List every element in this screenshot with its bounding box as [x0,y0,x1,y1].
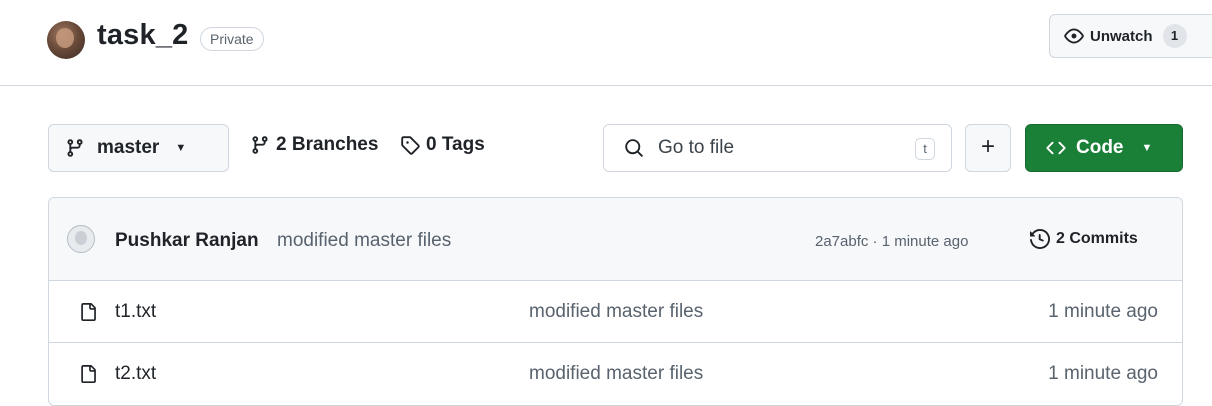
branches-link[interactable]: 2 Branches [250,134,378,156]
file-name[interactable]: t1.txt [115,301,156,323]
commit-hash-time[interactable]: 2a7abfc · 1 minute ago [815,233,968,250]
file-commit-message[interactable]: modified master files [529,363,703,385]
shortcut-key: t [915,138,935,160]
visibility-badge: Private [200,27,264,51]
tags-link[interactable]: 0 Tags [400,134,485,156]
add-file-button[interactable]: + [965,124,1011,172]
file-table: Pushkar Ranjan modified master files 2a7… [48,197,1183,406]
search-placeholder: Go to file [658,137,735,158]
eye-icon [1064,28,1084,44]
chevron-down-icon: ▼ [175,142,187,154]
file-icon [81,303,96,321]
author-avatar[interactable] [67,225,95,253]
latest-commit-bar: Pushkar Ranjan modified master files 2a7… [49,198,1182,281]
file-commit-message[interactable]: modified master files [529,301,703,323]
unwatch-button[interactable]: Unwatch 1 [1049,14,1212,58]
history-icon [1030,229,1050,249]
unwatch-label: Unwatch [1090,27,1153,45]
code-button[interactable]: Code ▼ [1025,124,1183,172]
file-row[interactable]: t1.txt modified master files 1 minute ag… [49,281,1182,343]
commit-author[interactable]: Pushkar Ranjan [115,230,259,252]
branch-selector[interactable]: master ▼ [48,124,229,172]
file-name[interactable]: t2.txt [115,363,156,385]
watch-count: 1 [1162,24,1187,48]
branch-name: master [97,137,160,158]
file-row[interactable]: t2.txt modified master files 1 minute ag… [49,343,1182,405]
repo-header: task_2 Private Unwatch 1 [0,0,1212,86]
owner-avatar[interactable] [47,21,85,59]
code-icon [1046,141,1066,155]
file-time: 1 minute ago [1048,301,1158,322]
chevron-down-icon: ▼ [1141,142,1153,154]
tag-icon [401,136,420,155]
commits-label: 2 Commits [1056,230,1138,247]
search-icon [625,139,643,157]
branch-icon [67,139,83,157]
branch-icon [252,136,268,154]
commit-message[interactable]: modified master files [277,230,451,252]
commits-link[interactable]: 2 Commits [1030,229,1138,249]
branches-label: 2 Branches [276,134,379,155]
file-time: 1 minute ago [1048,363,1158,384]
file-icon [81,365,96,383]
code-label: Code [1076,137,1124,158]
repo-name[interactable]: task_2 [97,19,189,52]
tags-label: 0 Tags [426,134,485,155]
go-to-file-input[interactable]: Go to file t [603,124,952,172]
